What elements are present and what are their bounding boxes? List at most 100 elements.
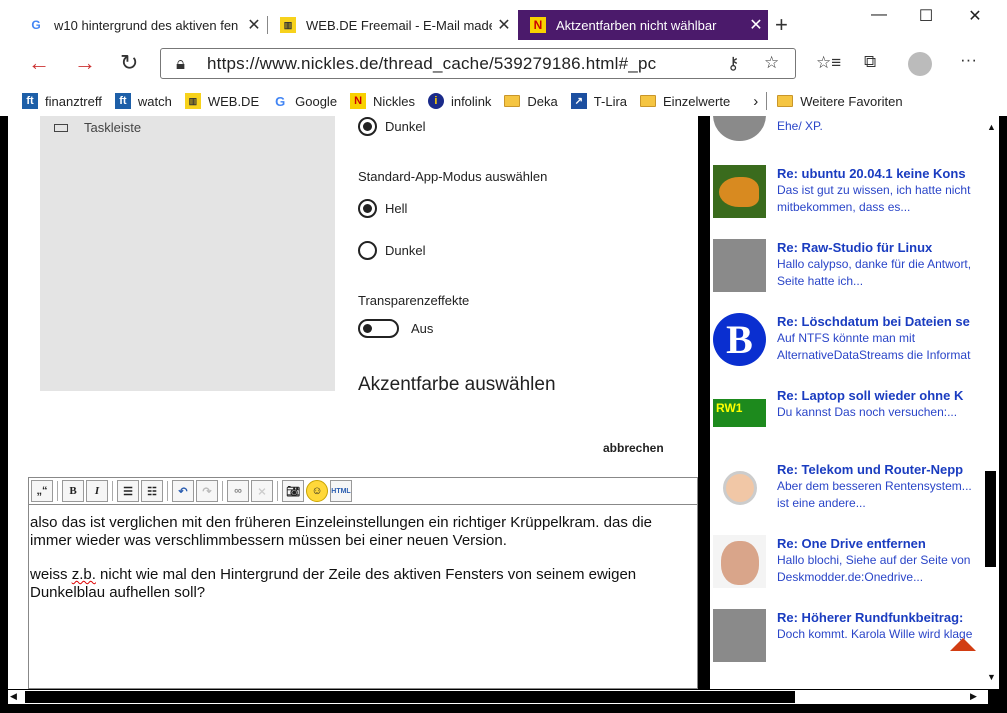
avatar	[713, 165, 766, 218]
bookmark-label: finanztreff	[45, 93, 102, 109]
tab-title: Aktzentfarben nicht wählbar	[556, 17, 717, 33]
thread-title[interactable]: Re: ubuntu 20.04.1 keine Kons	[777, 165, 993, 182]
close-icon[interactable]: ✕	[242, 15, 266, 35]
avatar	[713, 535, 766, 588]
refresh-button[interactable]: ↻	[120, 50, 138, 76]
list-item[interactable]: Re: ubuntu 20.04.1 keine Kons Das ist gu…	[713, 165, 993, 225]
list-item[interactable]: B Re: Löschdatum bei Dateien se Auf NTFS…	[713, 313, 993, 373]
toggle-label: Aus	[411, 321, 434, 336]
more-menu-icon[interactable]: ···	[960, 50, 977, 70]
bookmark-webde[interactable]: ▥ WEB.DE	[184, 93, 259, 109]
bookmark-einzelwerte[interactable]: Einzelwerte	[640, 94, 730, 109]
reply-editor[interactable]: „“ B I ☰ ☷ ↶ ↷ ∞ ⨯ 📷︎ ☺ HTML also das is…	[28, 477, 698, 689]
taskbar-icon	[54, 123, 68, 132]
chart-icon: ↗	[570, 93, 587, 109]
url-text[interactable]: https://www.nickles.de/thread_cache/5392…	[207, 54, 656, 74]
favorites-list-icon[interactable]: ☆≡	[816, 53, 841, 73]
scroll-up-icon[interactable]: ▲	[987, 122, 996, 132]
navigation-bar: ← → ↻ 🔒︎ https://www.nickles.de/thread_c…	[0, 40, 1007, 86]
redo-icon[interactable]: ↷	[196, 480, 218, 502]
list-item[interactable]: Re: Raw-Studio für Linux Hallo calypso, …	[713, 239, 993, 299]
taskbar-entry: Taskleiste	[54, 120, 141, 135]
collections-icon[interactable]: ⧉	[864, 52, 876, 72]
bold-icon[interactable]: B	[62, 480, 84, 502]
undo-icon[interactable]: ↶	[172, 480, 194, 502]
thread-snippet: Deskmodder.de:Onedrive...	[777, 570, 924, 584]
scroll-right-icon[interactable]: ▶	[970, 691, 977, 702]
close-icon[interactable]: ✕	[744, 15, 768, 35]
list-item[interactable]: Re: Telekom und Router-Nepp Aber dem bes…	[713, 461, 993, 521]
thread-snippet: Hallo blochi, Siehe auf der Seite von	[777, 553, 971, 567]
vertical-scrollbar[interactable]: ▲ ▼	[983, 116, 999, 689]
bookmark-nickles[interactable]: N Nickles	[350, 93, 415, 109]
thread-snippet: Du kannst Das noch versuchen:...	[777, 405, 958, 419]
thread-title[interactable]: Re: Löschdatum bei Dateien se	[777, 313, 993, 330]
webde-icon: ▥	[280, 17, 296, 33]
list-item[interactable]: Ehe/ XP.	[713, 116, 993, 148]
list-item[interactable]: RW1 Re: Laptop soll wieder ohne K Du kan…	[713, 387, 993, 447]
address-bar[interactable]: 🔒︎ https://www.nickles.de/thread_cache/5…	[160, 48, 796, 79]
horizontal-scroll-thumb[interactable]	[25, 691, 795, 703]
bookmark-finanztreff[interactable]: ft finanztreff	[22, 93, 102, 109]
thread-snippet: Aber dem besseren Rentensystem...	[777, 479, 972, 493]
bullet-list-icon[interactable]: ☰	[117, 480, 139, 502]
cancel-link[interactable]: abbrechen	[603, 441, 664, 455]
bookmark-deka[interactable]: Deka	[504, 93, 558, 109]
tab-nickles-active[interactable]: N Aktzentfarben nicht wählbar ✕	[518, 10, 768, 40]
italic-icon[interactable]: I	[86, 480, 108, 502]
unlink-icon[interactable]: ⨯	[251, 480, 273, 502]
tab-webde[interactable]: ▥ WEB.DE Freemail - E-Mail made ✕	[268, 10, 516, 40]
close-window-button[interactable]: ✕	[960, 6, 990, 26]
thread-title[interactable]: Re: Laptop soll wieder ohne K	[777, 387, 993, 404]
transparency-heading: Transparenzeffekte	[358, 293, 470, 308]
horizontal-scroll-track[interactable]: ◀ ▶	[8, 690, 988, 704]
forward-button[interactable]: →	[74, 50, 96, 76]
radio-selected-icon	[358, 199, 377, 218]
thread-snippet: Das ist gut zu wissen, ich hatte nicht	[777, 183, 971, 197]
profile-avatar[interactable]	[908, 52, 932, 76]
tab-google-search[interactable]: G w10 hintergrund des aktiven fen ✕	[16, 10, 266, 40]
list-item[interactable]: Re: One Drive entfernen Hallo blochi, Si…	[713, 535, 993, 595]
bookmark-infolink[interactable]: i infolink	[427, 93, 491, 109]
app-mode-heading: Standard-App-Modus auswählen	[358, 169, 548, 184]
html-icon[interactable]: HTML	[330, 480, 352, 502]
scroll-down-icon[interactable]: ▼	[987, 672, 996, 682]
editor-text[interactable]: also das ist verglichen mit den früheren…	[29, 505, 697, 602]
toolbar-separator	[277, 481, 278, 501]
close-icon[interactable]: ✕	[492, 15, 516, 35]
thread-title[interactable]: Re: One Drive entfernen	[777, 535, 993, 552]
maximize-button[interactable]: ☐	[911, 6, 941, 26]
back-button[interactable]: ←	[28, 50, 50, 76]
radio-dark: Dunkel	[358, 241, 425, 260]
toolbar-separator	[57, 481, 58, 501]
quote-icon[interactable]: „“	[31, 480, 53, 502]
bookmark-tlira[interactable]: ↗ T-Lira	[570, 93, 627, 109]
bookmark-label: Google	[295, 93, 338, 109]
bookmark-watch[interactable]: ft watch	[114, 93, 172, 109]
bookmark-other-favorites[interactable]: Weitere Favoriten	[777, 94, 903, 109]
link-icon[interactable]: ∞	[227, 480, 249, 502]
minimize-button[interactable]: —	[864, 6, 894, 24]
more-bookmarks-chevron-icon[interactable]: ›	[753, 93, 758, 110]
bookmark-google[interactable]: G Google	[272, 93, 337, 109]
horizontal-scrollbar[interactable]: ◀ ▶	[0, 690, 1007, 713]
new-tab-button[interactable]: +	[775, 12, 788, 38]
scroll-to-top-icon[interactable]	[950, 638, 976, 651]
avatar	[713, 609, 766, 662]
thread-title[interactable]: Re: Raw-Studio für Linux	[777, 239, 993, 256]
bookmark-label: Deka	[527, 93, 558, 109]
smiley-icon[interactable]: ☺	[306, 480, 328, 502]
key-icon[interactable]: ⚷	[727, 54, 739, 74]
camera-icon[interactable]: 📷︎	[282, 480, 304, 502]
scrollbar-thumb[interactable]	[985, 471, 996, 567]
avatar	[713, 461, 766, 514]
radio-label: Dunkel	[385, 119, 426, 134]
thread-title[interactable]: Re: Telekom und Router-Nepp	[777, 461, 993, 478]
numbered-list-icon[interactable]: ☷	[141, 480, 163, 502]
scroll-left-icon[interactable]: ◀	[10, 691, 17, 702]
lock-icon[interactable]: 🔒︎	[176, 54, 185, 74]
embedded-settings-screenshot: Taskleiste	[40, 116, 335, 391]
favorite-star-icon[interactable]: ☆	[764, 53, 779, 73]
thread-title[interactable]: Re: Höherer Rundfunkbeitrag:	[777, 609, 993, 626]
webde-icon: ▥	[184, 93, 201, 109]
